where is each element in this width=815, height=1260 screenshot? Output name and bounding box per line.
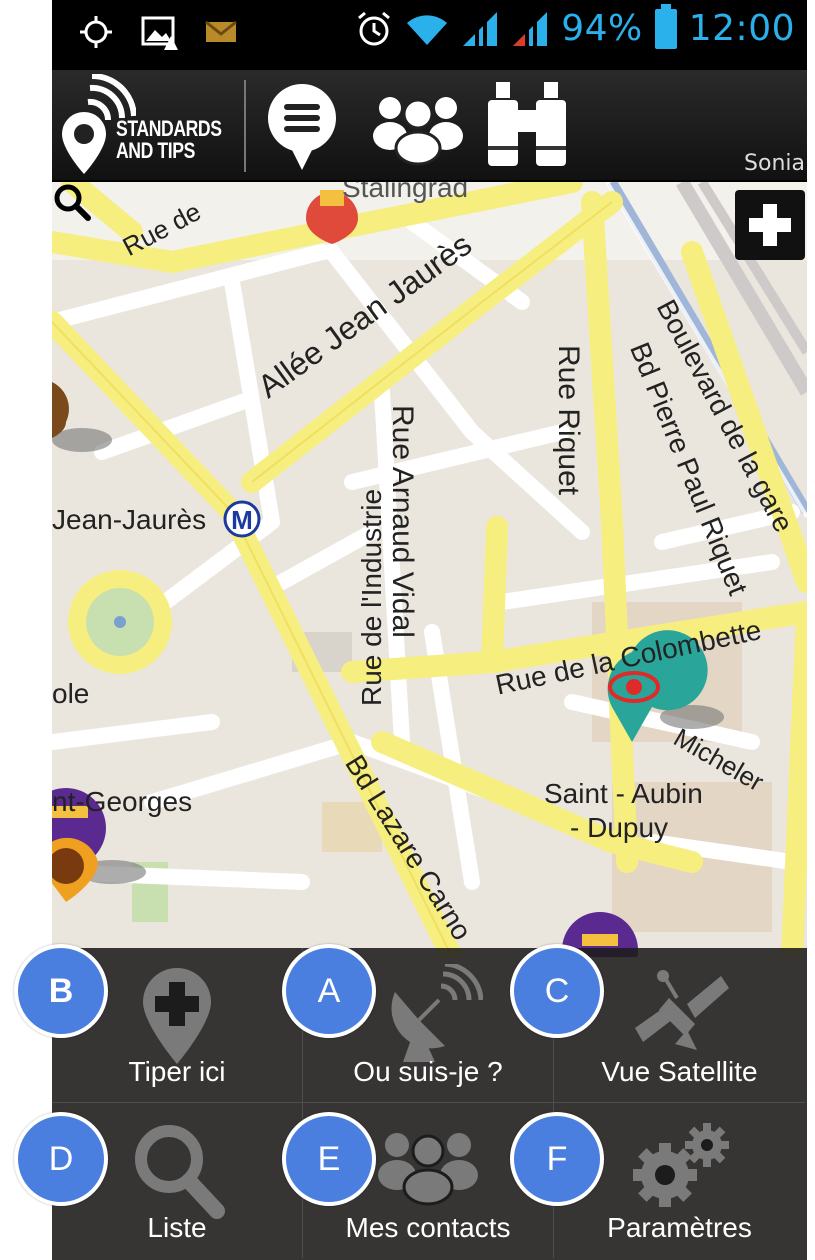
logo-line-1: STANDARDS (116, 116, 222, 141)
menu-label-vue-satellite: Vue Satellite (601, 1056, 758, 1087)
street-label-rue-de-l-industrie: Rue de l'Industrie (356, 488, 387, 706)
menu-label-parametres: Paramètres (607, 1212, 752, 1243)
menu-label-tiper-ici: Tiper ici (128, 1056, 226, 1087)
satellite-dish-icon (391, 964, 483, 1062)
marker-e: E (282, 1112, 376, 1206)
status-bar: 94% 12:00 (52, 0, 807, 70)
street-label-rue-arnaud-vidal: Rue Arnaud Vidal (386, 405, 419, 638)
signal-icon-2 (513, 11, 548, 46)
gps-icon (80, 16, 112, 48)
search-icon (135, 1125, 225, 1219)
place-label-saint-aubin-1: Saint - Aubin (544, 778, 703, 809)
marker-d: D (14, 1112, 108, 1206)
chat-bubble-icon[interactable] (264, 82, 340, 172)
map-roads: M (52, 182, 807, 957)
app-header: STANDARDS AND TIPS Sonia (52, 70, 807, 182)
logo-line-2: AND TIPS (116, 138, 195, 163)
marker-c: C (510, 944, 604, 1038)
map-search-icon[interactable] (52, 182, 92, 222)
wifi-icon (407, 14, 448, 45)
binoculars-icon[interactable] (484, 80, 570, 168)
street-label-rue-riquet: Rue Riquet (552, 345, 585, 496)
place-label-left-partial: ole (52, 678, 90, 709)
signal-icon-1 (463, 11, 498, 46)
menu-label-liste: Liste (147, 1212, 207, 1243)
battery-percent: 94% (561, 8, 643, 49)
phone-screen: 94% 12:00 STANDARDS AND TIPS Sonia M Rue… (52, 0, 807, 1260)
map-view[interactable]: M Rue de Stalingrad Allée Jean Jaurès Ru… (52, 182, 807, 957)
app-logo[interactable]: STANDARDS AND TIPS (56, 72, 236, 178)
header-divider (244, 80, 246, 172)
username-label: Sonia (744, 151, 805, 176)
image-warning-icon (141, 16, 178, 50)
group-icon[interactable] (368, 86, 468, 166)
satellite-icon (634, 970, 729, 1050)
place-label-jean-jaures: Jean-Jaurès (52, 504, 207, 535)
bottom-menu: Tiper ici Ou suis-je ? Vue Satellite Lis… (52, 948, 807, 1260)
menu-label-ou-suis-je: Ou suis-je ? (353, 1056, 503, 1087)
menu-label-mes-contacts: Mes contacts (345, 1212, 511, 1243)
clock: 12:00 (688, 8, 795, 49)
battery-icon (654, 3, 677, 49)
add-point-button[interactable] (735, 190, 805, 260)
street-label-stalingrad: Stalingrad (342, 182, 469, 203)
place-label-saint-georges: nt-Georges (52, 786, 193, 817)
metro-symbol: M (231, 505, 253, 535)
mail-icon (205, 20, 237, 42)
marker-b: B (14, 944, 108, 1038)
contacts-group-icon (378, 1133, 478, 1206)
add-pin-icon (143, 968, 211, 1064)
marker-f: F (510, 1112, 604, 1206)
marker-a: A (282, 944, 376, 1038)
alarm-icon (358, 11, 391, 45)
place-label-saint-aubin-2: - Dupuy (570, 812, 669, 843)
gears-icon (632, 1123, 729, 1207)
